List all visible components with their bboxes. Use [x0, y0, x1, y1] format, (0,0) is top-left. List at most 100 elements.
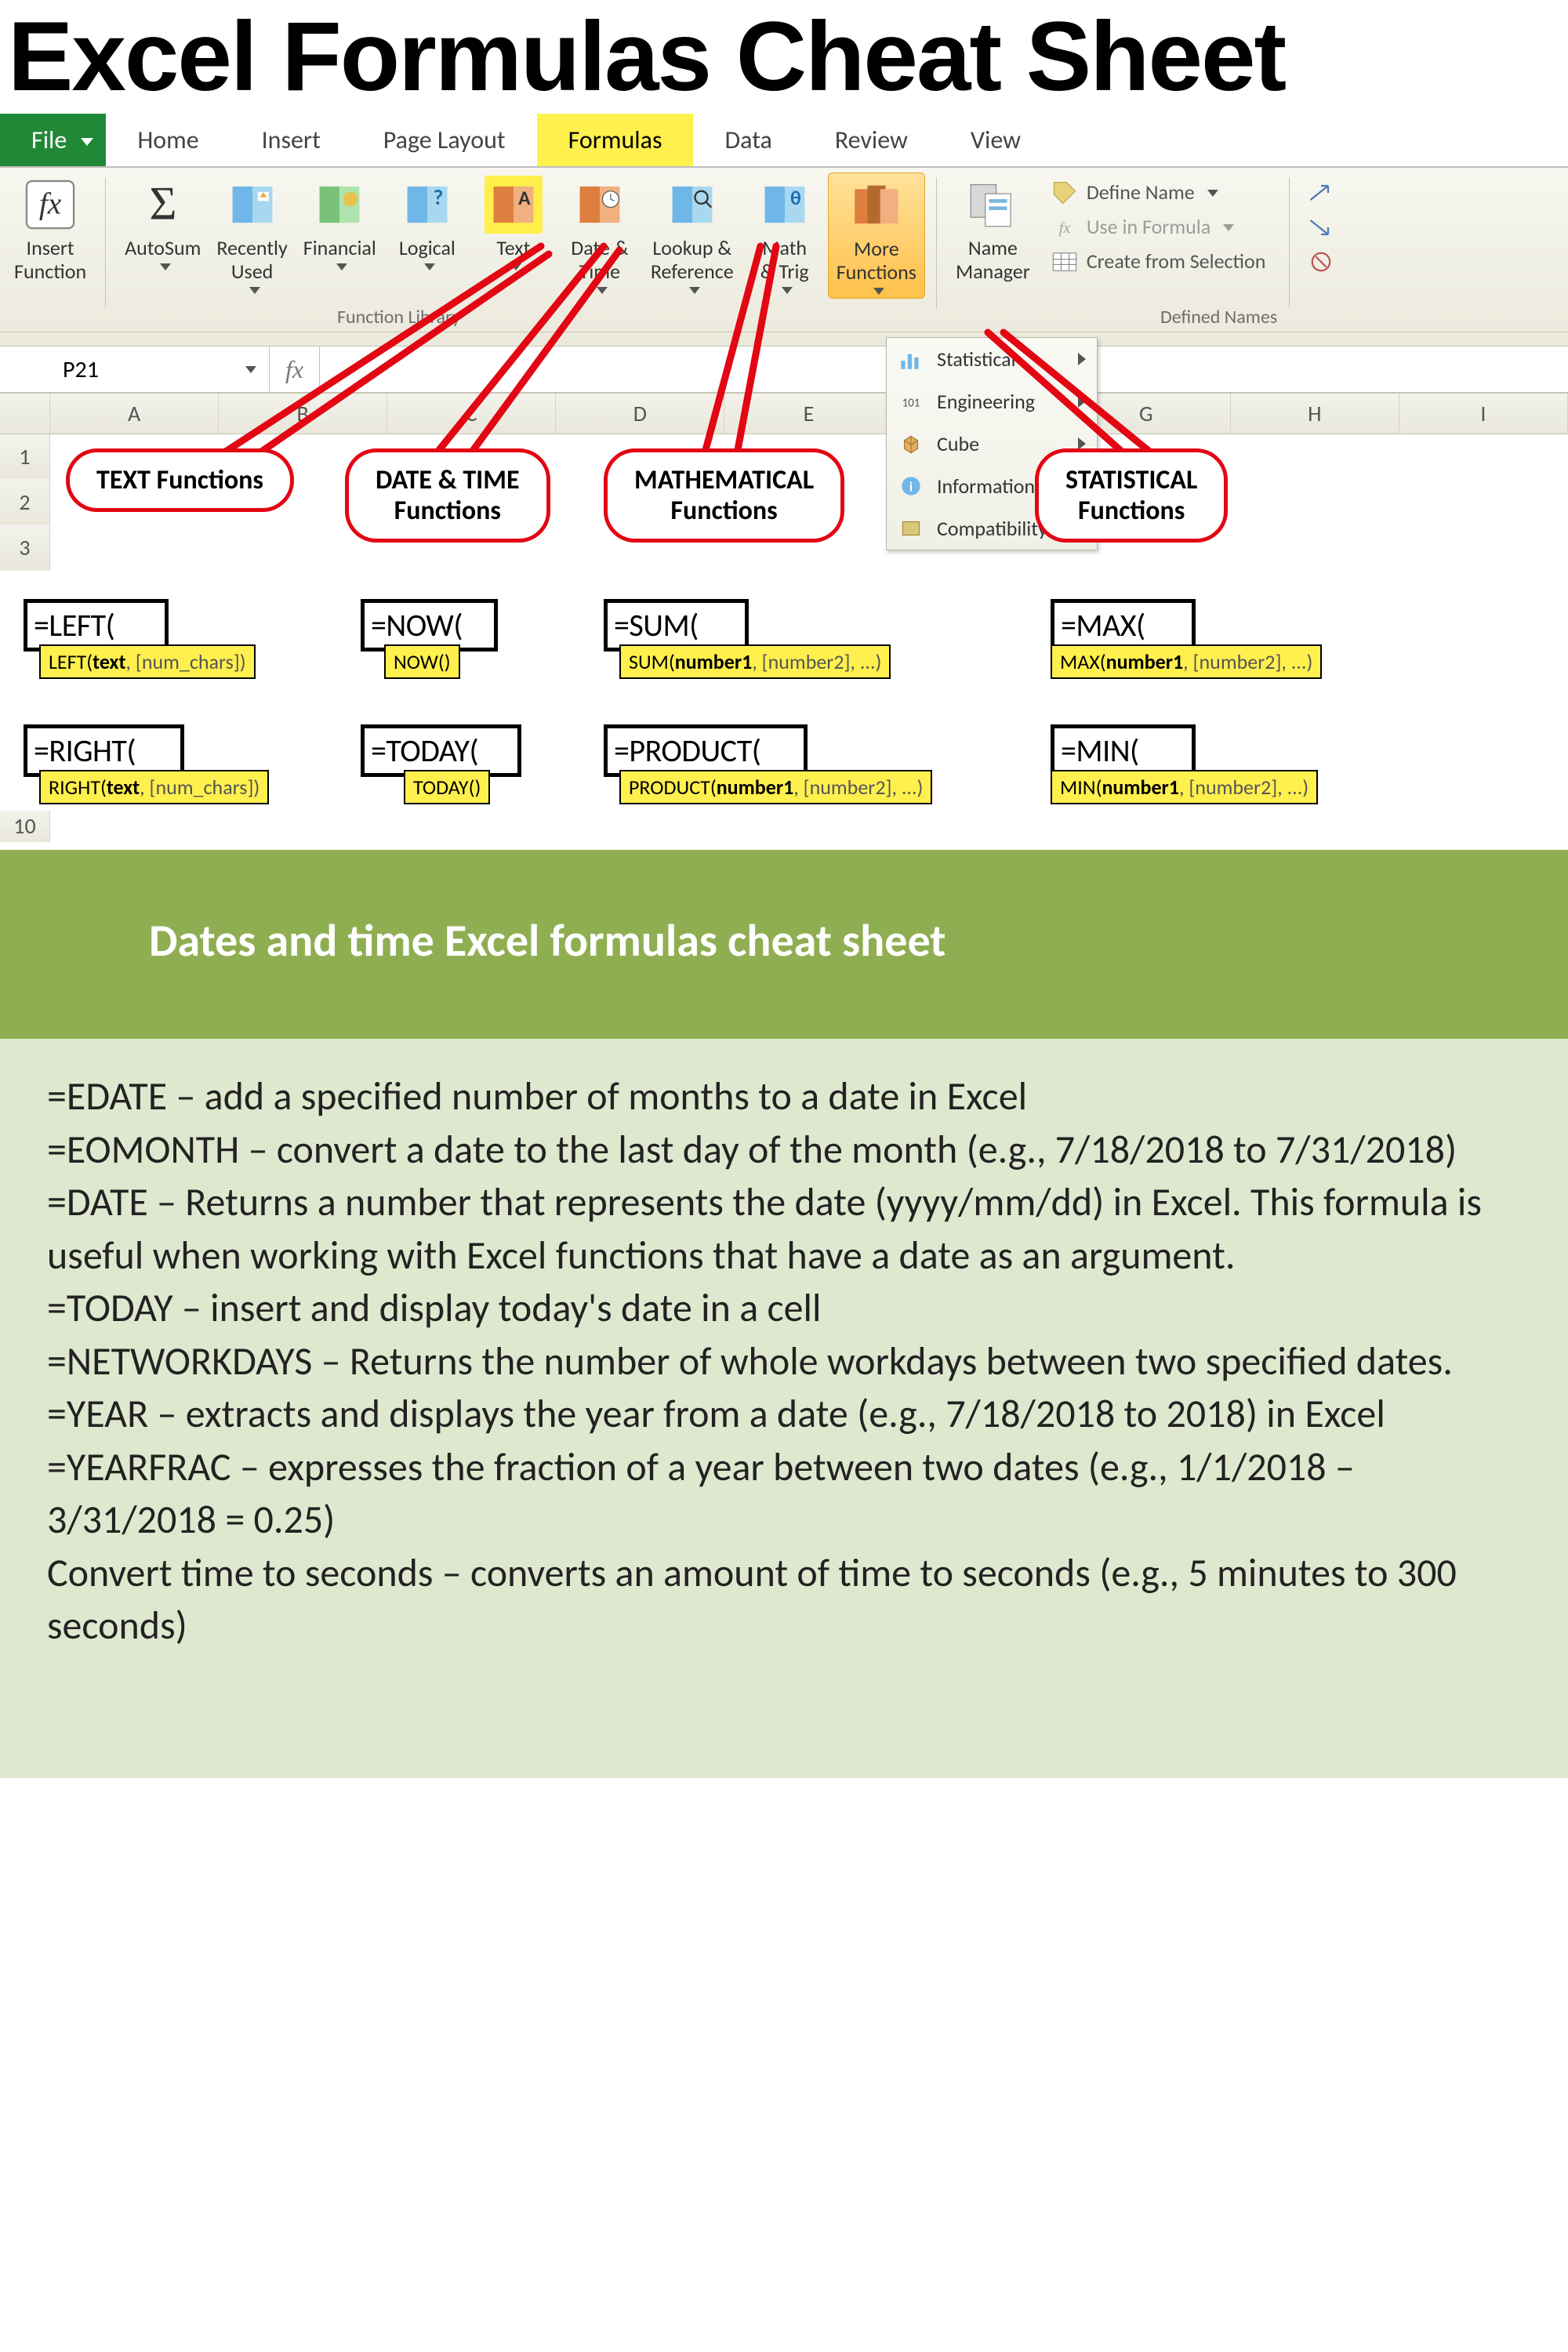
trace-icon-2[interactable] [1301, 210, 1341, 245]
logical-button[interactable]: ? Logical [384, 172, 470, 270]
row-header[interactable]: 2 [0, 480, 50, 525]
chevron-down-icon [249, 287, 260, 294]
col-header[interactable]: I [1399, 394, 1568, 434]
formula-desc: =DATE – Returns a number that represents… [47, 1176, 1521, 1282]
tag-icon [1051, 179, 1079, 207]
text-button[interactable]: A Text [470, 172, 557, 270]
formula-cell-right: =RIGHT( [24, 724, 184, 777]
svg-text:fx: fx [1059, 220, 1071, 237]
svg-text:A: A [518, 186, 531, 210]
tab-data[interactable]: Data [693, 114, 803, 166]
callout-text-functions: TEXT Functions [66, 448, 294, 512]
dropdown-item-statistical[interactable]: Statistical [887, 338, 1097, 380]
formula-hint-now: NOW() [384, 644, 460, 679]
trace-icon-1[interactable] [1301, 176, 1341, 210]
formula-desc: =EOMONTH – convert a date to the last da… [47, 1123, 1521, 1177]
chevron-down-icon [160, 263, 171, 270]
financial-label: Financial [303, 237, 376, 260]
tab-page-layout[interactable]: Page Layout [352, 114, 537, 166]
formula-hint-right: RIGHT(text, [num_chars]) [39, 770, 269, 804]
sheet-area: 1 2 3 TEXT Functions DATE & TIME Functio… [0, 434, 1568, 850]
formula-desc: =YEARFRAC – expresses the fraction of a … [47, 1441, 1521, 1547]
recently-used-button[interactable]: Recently Used [209, 172, 295, 294]
trace-icon-3[interactable] [1301, 245, 1341, 279]
col-header[interactable]: E [724, 394, 893, 434]
tab-view[interactable]: View [939, 114, 1052, 166]
create-from-selection-button[interactable]: Create from Selection [1044, 245, 1272, 279]
tab-file[interactable]: File [0, 114, 106, 166]
chevron-down-icon [873, 288, 884, 295]
insert-function-label: Insert Function [14, 237, 86, 284]
book-icon [663, 176, 721, 234]
formula-desc: =YEAR – extracts and displays the year f… [47, 1388, 1521, 1441]
chevron-down-icon [510, 263, 521, 270]
chevron-right-icon [1078, 353, 1086, 365]
financial-button[interactable]: Financial [296, 172, 384, 270]
col-header[interactable]: A [50, 394, 219, 434]
formula-cell-min: =MIN( [1051, 724, 1196, 777]
more-functions-button[interactable]: More Functions [828, 172, 925, 299]
book-icon: A [485, 176, 543, 234]
callout-date-time-functions: DATE & TIME Functions [345, 448, 550, 543]
chevron-right-icon [1078, 395, 1086, 408]
dropdown-label: Compatibility [937, 516, 1047, 541]
book-icon [571, 176, 629, 234]
formula-hint-min: MIN(number1, [number2], ...) [1051, 770, 1318, 804]
tab-insert[interactable]: Insert [230, 114, 352, 166]
name-box-value: P21 [63, 355, 99, 384]
insert-function-button[interactable]: fx Insert Function [6, 172, 94, 284]
logical-label: Logical [399, 237, 456, 260]
recently-used-label: Recently Used [216, 237, 287, 284]
col-header[interactable]: H [1231, 394, 1399, 434]
formula-cell-today: =TODAY( [361, 724, 521, 777]
select-all-corner[interactable] [0, 394, 50, 434]
info-icon: i [898, 473, 924, 499]
name-box[interactable]: P21 [50, 347, 270, 392]
chevron-down-icon [424, 263, 435, 270]
tab-home[interactable]: Home [106, 114, 230, 166]
svg-text:101: 101 [902, 395, 920, 409]
date-time-button[interactable]: Date & Time [557, 172, 643, 294]
formula-hint-max: MAX(number1, [number2], ...) [1051, 644, 1322, 679]
name-manager-button[interactable]: Name Manager [948, 172, 1038, 284]
col-header[interactable]: B [219, 394, 387, 434]
callout-statistical-functions: STATISTICAL Functions [1035, 448, 1228, 543]
autosum-button[interactable]: Σ AutoSum [117, 172, 209, 270]
formula-hint-today: TODAY() [404, 770, 490, 804]
dropdown-item-engineering[interactable]: 101 Engineering [887, 380, 1097, 423]
math-trig-label: Math & Trig [760, 237, 809, 284]
use-in-formula-button[interactable]: fx Use in Formula [1044, 210, 1272, 245]
book-icon [223, 176, 281, 234]
row-header[interactable]: 1 [0, 434, 50, 480]
tab-review[interactable]: Review [804, 114, 939, 166]
row-header[interactable]: 3 [0, 525, 50, 571]
col-header[interactable]: C [387, 394, 556, 434]
lookup-reference-button[interactable]: Lookup & Reference [643, 172, 742, 294]
fx-label[interactable]: fx [270, 347, 320, 392]
formula-cell-now: =NOW( [361, 599, 498, 652]
col-header[interactable]: D [556, 394, 724, 434]
fx-icon: fx [21, 176, 79, 234]
chevron-down-icon [1207, 190, 1218, 197]
use-in-formula-label: Use in Formula [1087, 216, 1210, 239]
sigma-icon: Σ [134, 176, 192, 234]
chart-icon [898, 346, 924, 372]
autosum-label: AutoSum [125, 237, 201, 260]
group-label-defined-names: Defined Names [1160, 306, 1277, 328]
tab-formulas[interactable]: Formulas [537, 114, 694, 166]
remove-icon [1307, 248, 1335, 276]
row-header-10[interactable]: 10 [0, 811, 50, 842]
formula-hint-left: LEFT(text, [num_chars]) [39, 644, 256, 679]
create-from-selection-label: Create from Selection [1087, 250, 1266, 274]
define-name-button[interactable]: Define Name [1044, 176, 1272, 210]
dropdown-label: Information [937, 474, 1035, 499]
chevron-down-icon [245, 366, 256, 373]
formula-desc: Convert time to seconds – converts an am… [47, 1547, 1521, 1653]
formula-cell-left: =LEFT( [24, 599, 169, 652]
svg-text:θ: θ [790, 186, 801, 210]
more-functions-label: More Functions [837, 238, 916, 285]
math-trig-button[interactable]: θ Math & Trig [742, 172, 828, 294]
formula-cell-product: =PRODUCT( [604, 724, 808, 777]
ribbon-tab-bar: File Home Insert Page Layout Formulas Da… [0, 114, 1568, 168]
dropdown-label: Cube [937, 431, 979, 456]
